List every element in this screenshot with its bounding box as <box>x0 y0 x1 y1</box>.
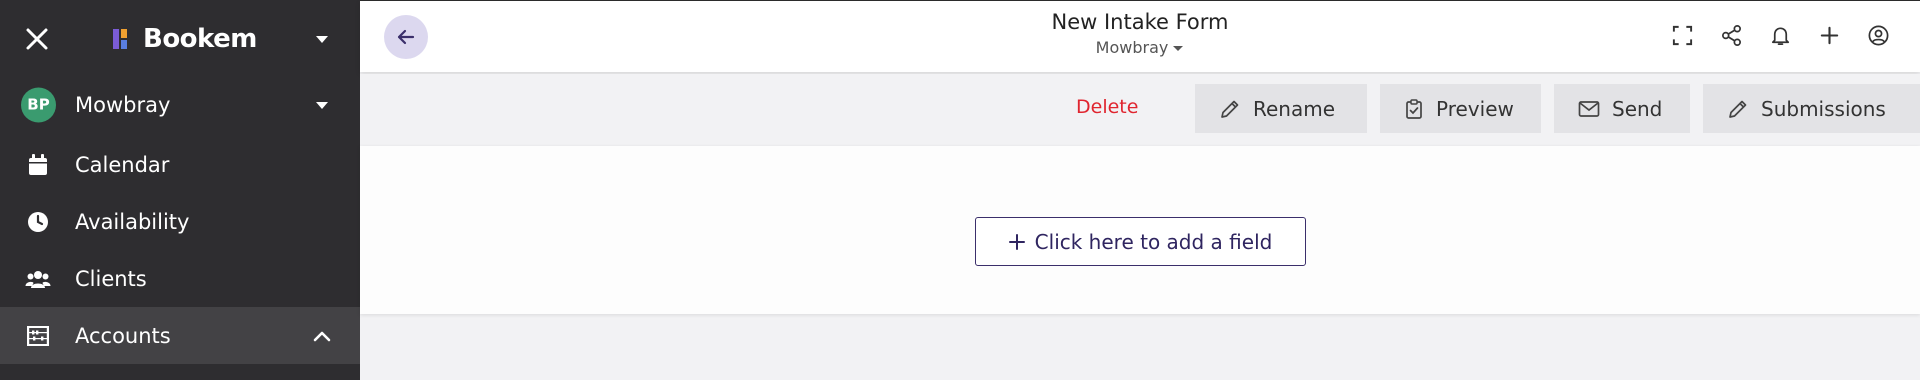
account-icon[interactable] <box>1867 24 1890 47</box>
share-icon[interactable] <box>1720 24 1743 47</box>
chevron-up-icon[interactable] <box>312 327 332 345</box>
add-field-button[interactable]: Click here to add a field <box>975 217 1306 266</box>
send-button[interactable]: Send <box>1554 84 1690 133</box>
fullscreen-icon[interactable] <box>1671 24 1694 47</box>
send-label: Send <box>1612 96 1663 121</box>
preview-button[interactable]: Preview <box>1380 84 1541 133</box>
plus-icon <box>1008 233 1025 250</box>
mail-icon <box>1578 100 1600 117</box>
form-canvas: Click here to add a field <box>360 146 1920 314</box>
submissions-label: Submissions <box>1761 96 1886 121</box>
sidebar-item-label: Availability <box>75 209 190 234</box>
clipboard-check-icon <box>1406 98 1422 119</box>
sidebar-item-accounts[interactable]: Accounts <box>0 307 360 364</box>
sidebar-item-clients[interactable]: Clients <box>0 250 360 307</box>
sidebar-item-availability[interactable]: Availability <box>0 193 360 250</box>
abacus-icon <box>27 325 49 346</box>
sidebar-item-label: Calendar <box>75 152 170 177</box>
brand-logo: Bookem <box>113 22 257 56</box>
close-icon[interactable] <box>24 26 50 52</box>
sidebar: Bookem BP Mowbray Calendar Availability <box>0 0 360 380</box>
chevron-down-icon[interactable] <box>312 30 332 48</box>
location-selector[interactable]: Mowbray <box>1096 38 1185 57</box>
sidebar-item-label: Accounts <box>75 323 171 348</box>
location-label: Mowbray <box>1095 38 1169 57</box>
rename-button[interactable]: Rename <box>1195 84 1367 133</box>
pencil-icon <box>1729 100 1747 118</box>
action-bar: Delete Rename Preview Send Submissions <box>360 74 1920 144</box>
preview-label: Preview <box>1436 96 1514 121</box>
caret-down-icon <box>1173 45 1184 51</box>
sidebar-item-label: Mowbray <box>75 92 171 117</box>
users-icon <box>25 270 51 288</box>
rename-label: Rename <box>1253 96 1336 121</box>
avatar: BP <box>21 87 56 122</box>
sidebar-item-label: Clients <box>75 266 147 291</box>
delete-button[interactable]: Delete <box>1076 96 1138 118</box>
clock-icon <box>28 211 48 232</box>
pencil-icon <box>1221 100 1239 118</box>
sidebar-item-mowbray[interactable]: BP Mowbray <box>0 76 360 133</box>
top-bar: New Intake Form Mowbray <box>360 0 1920 72</box>
plus-icon[interactable] <box>1818 24 1841 47</box>
calendar-icon <box>29 153 47 175</box>
bell-icon[interactable] <box>1769 24 1792 47</box>
toolbar-icons <box>1671 24 1890 47</box>
submissions-button[interactable]: Submissions <box>1703 84 1920 133</box>
chevron-down-icon[interactable] <box>312 96 332 114</box>
logo-icon <box>113 29 127 49</box>
sidebar-item-calendar[interactable]: Calendar <box>0 136 360 193</box>
sidebar-header: Bookem <box>0 0 360 78</box>
add-field-label: Click here to add a field <box>1034 229 1273 254</box>
brand-name: Bookem <box>143 24 257 54</box>
